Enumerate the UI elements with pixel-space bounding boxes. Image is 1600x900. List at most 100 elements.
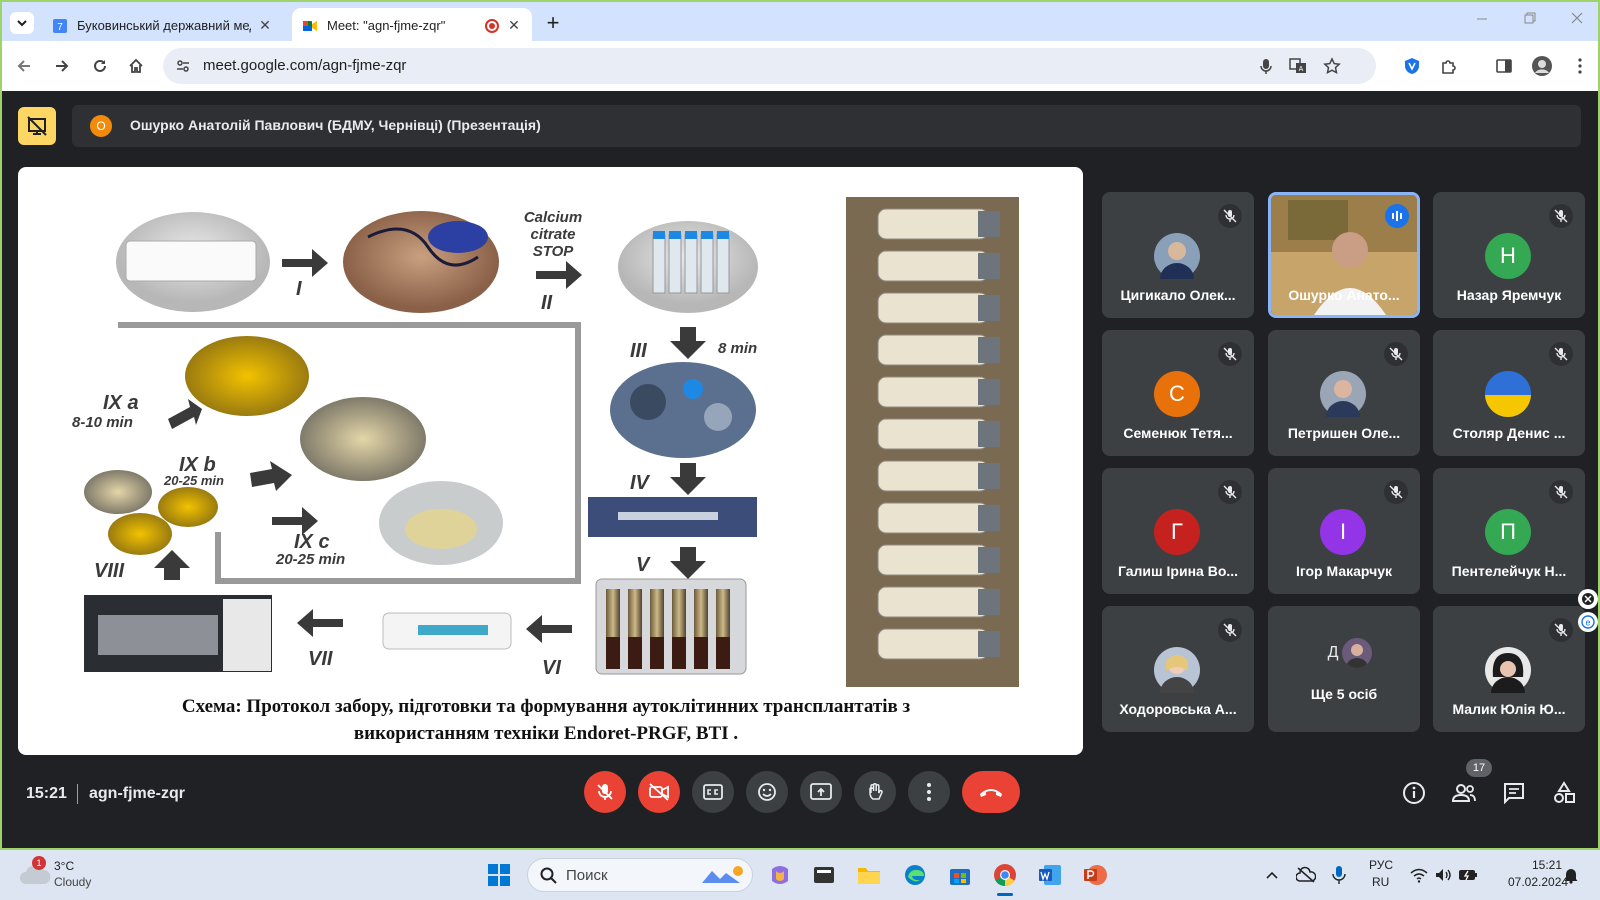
restore-button[interactable] [1520,8,1540,28]
language-indicator-bottom[interactable]: RU [1372,875,1389,889]
participant-tile[interactable]: Столяр Денис ... [1433,330,1585,456]
participant-name: Ходоровська А... [1119,701,1237,717]
side-panel-button[interactable] [1492,54,1516,78]
raise-hand-button[interactable] [854,771,896,813]
taskbar-edge[interactable] [903,863,927,887]
tray-microphone[interactable] [1331,865,1347,885]
participant-tile[interactable]: Цигикало Олек... [1102,192,1254,318]
home-button[interactable] [124,54,148,78]
activities-button[interactable] [1550,779,1578,807]
participant-tile[interactable]: Петришен Оле... [1268,330,1420,456]
participant-name: Ошурко Анато... [1288,287,1400,303]
presentation-slide: I II CalciumcitrateSTOP III 8 min IV V [18,167,1083,755]
extension-shield-button[interactable] [1400,54,1424,78]
microphone-icon [1332,866,1346,884]
taskbar-date[interactable]: 07.02.2024 [1508,875,1568,889]
tray-overflow-button[interactable] [1264,867,1280,883]
tray-network[interactable] [1410,866,1428,884]
taskbar-search[interactable]: Поиск [527,858,753,892]
mic-off-icon [597,784,613,800]
minimize-button[interactable] [1472,8,1492,28]
participant-photo [1485,647,1531,693]
meeting-code: agn-fjme-zqr [89,785,185,802]
floating-extension-button[interactable]: e [1578,612,1598,632]
tray-battery[interactable] [1458,867,1478,883]
participant-name: Цигикало Олек... [1120,287,1236,303]
present-button[interactable] [800,771,842,813]
chat-button[interactable] [1500,779,1528,807]
label-step-9a: IX a [103,392,139,414]
address-bar[interactable]: meet.google.com/agn-fjme-zqr A [163,48,1376,84]
taskbar-store[interactable] [948,863,972,887]
speaking-indicator-icon [1385,204,1409,228]
start-button[interactable] [487,863,511,887]
extensions-button[interactable] [1437,54,1461,78]
close-tab-icon[interactable]: ✕ [257,17,273,34]
participant-tile[interactable]: С Семенюк Тетя... [1102,330,1254,456]
participant-tile[interactable]: Малик Юлія Ю... [1433,606,1585,732]
weather-widget[interactable]: 1 3°C Cloudy [14,856,124,894]
close-tab-icon[interactable]: ✕ [506,17,522,34]
back-button[interactable] [12,54,36,78]
participant-photo [1320,371,1366,417]
tray-onedrive[interactable] [1296,866,1316,884]
activities-shapes-icon [1554,781,1575,803]
camera-toggle-button[interactable] [638,771,680,813]
meeting-details-button[interactable] [1400,779,1428,807]
notifications-button[interactable] [1562,866,1580,884]
taskbar-chrome[interactable] [993,863,1017,896]
meeting-clock: 15:21 [26,785,67,802]
tab-search-button[interactable] [10,12,34,34]
floating-close-button[interactable] [1578,589,1598,609]
word-icon [1039,865,1061,885]
captions-button[interactable] [692,771,734,813]
microphone-icon[interactable] [1257,57,1275,75]
tab-university[interactable]: 7 Буковинський державний мед ✕ [42,8,283,43]
tray-volume[interactable] [1434,866,1452,884]
more-options-button[interactable] [908,771,950,813]
participant-tile[interactable]: Г Галиш Ірина Во... [1102,468,1254,594]
bookmark-star-icon[interactable] [1323,57,1341,75]
person-photo-icon [1160,655,1194,693]
taskbar-file-explorer[interactable] [857,863,881,887]
browser-tab-strip: 7 Буковинський державний мед ✕ Meet: "ag… [0,0,1600,43]
tab-meet[interactable]: Meet: "agn-fjme-zqr" ✕ [292,8,532,43]
battery-charging-icon [1459,870,1477,881]
label-step-8: VIII [94,560,124,582]
participant-avatar: Н [1485,233,1531,279]
taskbar-word[interactable] [1038,863,1062,887]
close-window-button[interactable] [1567,8,1587,28]
site-info-icon[interactable] [175,58,191,74]
tab-title: Буковинський державний мед [77,18,251,33]
participant-tile[interactable]: І Ігор Макарчук [1268,468,1420,594]
participant-tile[interactable]: П Пентелейчук Н... [1433,468,1585,594]
presenter-avatar: О [90,115,112,137]
taskbar-copilot[interactable] [768,863,792,887]
more-participants-tile[interactable]: Д Ще 5 осіб [1268,606,1420,732]
extension-e-icon: e [1581,615,1595,629]
participant-photo [1154,647,1200,693]
taskbar-clock[interactable]: 15:21 [1532,858,1562,872]
reload-button[interactable] [88,54,112,78]
people-button[interactable] [1450,779,1478,807]
search-highlight-icon [702,866,743,883]
wifi-icon [1410,868,1428,883]
weather-badge: 1 [32,856,46,870]
profile-button[interactable] [1530,54,1554,78]
participant-tile[interactable]: Н Назар Яремчук [1433,192,1585,318]
leave-call-button[interactable] [962,771,1020,813]
presentation-layout-button[interactable] [18,107,56,145]
taskbar-powerpoint[interactable] [1083,863,1107,887]
reactions-button[interactable] [746,771,788,813]
label-step-5: V [636,554,651,576]
microphone-toggle-button[interactable] [584,771,626,813]
translate-icon[interactable]: A [1289,57,1307,75]
taskbar-task-view[interactable] [812,863,836,887]
language-indicator-top[interactable]: РУС [1369,858,1393,872]
participant-tile-active-speaker[interactable]: Ошурко Анато... [1268,192,1420,318]
browser-menu-button[interactable] [1568,54,1592,78]
participant-name: Пентелейчук Н... [1451,563,1567,579]
new-tab-button[interactable]: + [541,10,565,35]
participant-tile[interactable]: Ходоровська А... [1102,606,1254,732]
forward-button[interactable] [50,54,74,78]
